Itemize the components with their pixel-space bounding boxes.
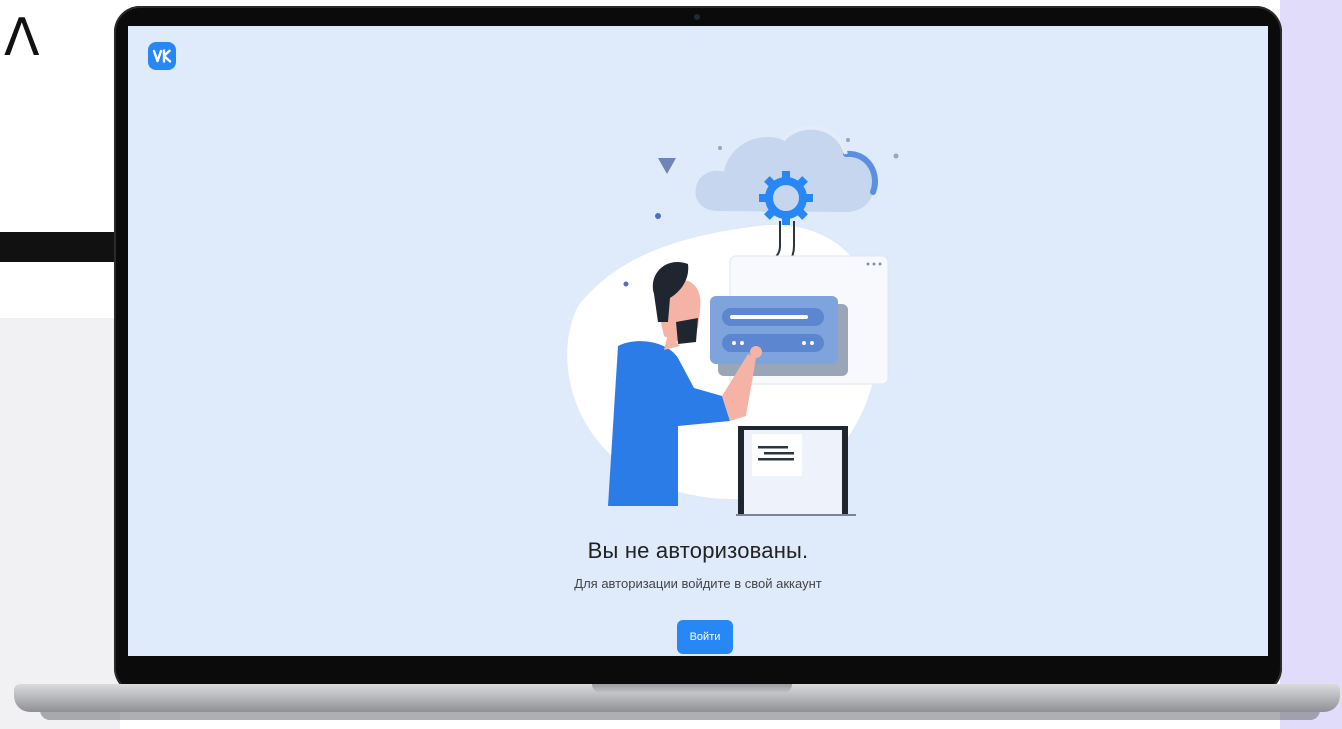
background-lavender-panel	[1280, 0, 1342, 729]
login-button[interactable]: Войти	[677, 620, 733, 654]
laptop-base	[14, 684, 1340, 712]
laptop-base-notch	[592, 684, 792, 693]
unauthorized-subtitle: Для авторизации войдите в свой аккаунт	[574, 576, 822, 591]
background-gray-panel	[0, 318, 120, 729]
background-dark-bar	[0, 232, 120, 262]
vk-logo-icon[interactable]	[148, 42, 176, 70]
laptop-screen: Вы не авторизованы. Для авторизации войд…	[128, 26, 1268, 656]
background-glyph: Λ	[4, 8, 40, 68]
triangle-decoration	[658, 158, 676, 174]
camera-icon	[694, 14, 700, 20]
laptop-frame: Вы не авторизованы. Для авторизации войд…	[114, 6, 1282, 694]
unauthorized-illustration	[567, 125, 899, 516]
unauthorized-title: Вы не авторизованы.	[587, 538, 809, 563]
login-panel	[710, 296, 838, 364]
vk-letters-icon	[152, 49, 172, 63]
